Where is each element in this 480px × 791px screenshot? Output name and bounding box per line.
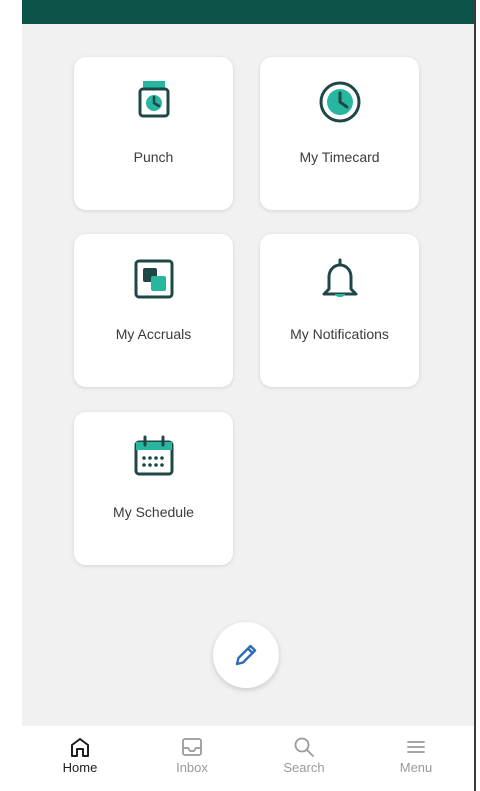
nav-menu-label: Menu <box>399 760 433 775</box>
tile-punch[interactable]: Punch <box>74 57 233 210</box>
nav-home[interactable]: Home <box>40 736 120 784</box>
tile-my-accruals-label: My Accruals <box>115 326 192 342</box>
tile-my-timecard-label: My Timecard <box>299 149 380 165</box>
tile-my-notifications[interactable]: My Notifications <box>260 234 419 387</box>
calendar-icon <box>134 435 173 476</box>
pencil-edit-icon <box>235 644 257 666</box>
punch-clock-icon <box>138 81 169 118</box>
tile-my-accruals[interactable]: My Accruals <box>74 234 233 387</box>
bottom-navigation: Home Inbox Search Menu <box>22 726 474 791</box>
nav-search-label: Search <box>283 760 325 775</box>
tile-my-schedule-label: My Schedule <box>113 504 194 520</box>
nav-inbox-label: Inbox <box>176 760 208 775</box>
tile-my-notifications-label: My Notifications <box>290 326 389 342</box>
app-screen: Punch My Timecard My Accruals My Notific… <box>22 0 474 791</box>
device-edge <box>474 0 476 791</box>
edit-fab-button[interactable] <box>213 622 279 688</box>
tile-my-schedule[interactable]: My Schedule <box>74 412 233 565</box>
menu-icon <box>407 741 425 753</box>
inbox-icon <box>182 738 202 756</box>
search-icon <box>294 737 314 757</box>
bell-icon <box>322 258 357 297</box>
tile-punch-label: Punch <box>133 149 174 165</box>
timecard-clock-icon <box>319 81 360 123</box>
tile-my-timecard[interactable]: My Timecard <box>260 57 419 210</box>
home-icon <box>71 738 89 757</box>
nav-search[interactable]: Search <box>264 736 344 784</box>
accruals-icon <box>134 259 173 299</box>
nav-menu[interactable]: Menu <box>376 736 456 784</box>
nav-home-label: Home <box>62 760 98 775</box>
top-app-bar <box>22 0 474 24</box>
nav-inbox[interactable]: Inbox <box>152 736 232 784</box>
